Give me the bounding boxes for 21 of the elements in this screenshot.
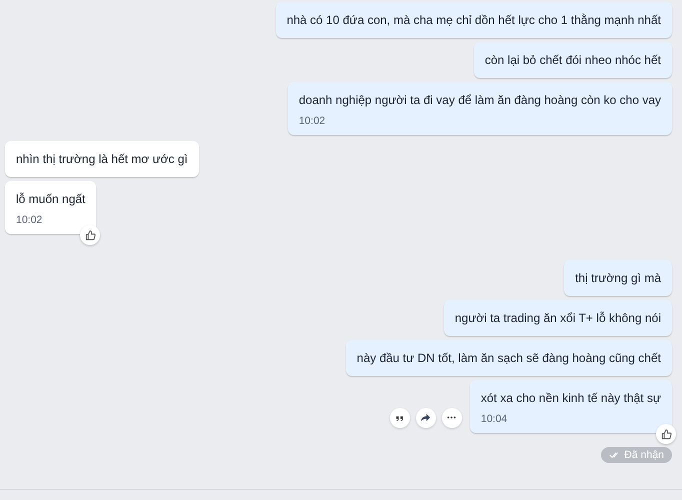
forward-button[interactable]: [416, 408, 436, 428]
message-text: nhìn thị trường là hết mơ ước gì: [16, 152, 188, 166]
message-text: doanh nghiệp người ta đi vay để làm ăn đàng hoàng còn ko cho vay: [298, 93, 661, 107]
reaction-badge[interactable]: [656, 424, 676, 444]
message-time: 10:02: [16, 214, 44, 226]
forward-icon: [420, 412, 432, 423]
message-time: 10:04: [480, 413, 508, 425]
thumbs-up-icon: [84, 230, 96, 240]
message-text: người ta trading ăn xổi T+ lỗ không nói: [454, 311, 661, 325]
message-text: xót xa cho nền kinh tế này thật sự: [480, 391, 661, 405]
quote-button[interactable]: [390, 408, 410, 428]
message-text: này đầu tư DN tốt, làm ăn sạch sẽ đàng hoàng cũng chết: [356, 351, 661, 365]
double-check-icon: [609, 451, 620, 459]
message-text: thị trường gì mà: [575, 271, 661, 285]
reaction-badge[interactable]: [80, 225, 100, 245]
message-text: lỗ muốn ngất: [16, 192, 86, 206]
status-text: Đã nhận: [624, 449, 664, 461]
thumbs-up-icon: [660, 428, 672, 440]
message-text: còn lại bỏ chết đói nheo nhóc hết: [484, 53, 661, 67]
message-time: 10:02: [298, 115, 326, 127]
message-text: nhà có 10 đứa con, mà cha mẹ chỉ dồn hết lực cho 1 thằng mạnh nhất: [286, 13, 661, 27]
